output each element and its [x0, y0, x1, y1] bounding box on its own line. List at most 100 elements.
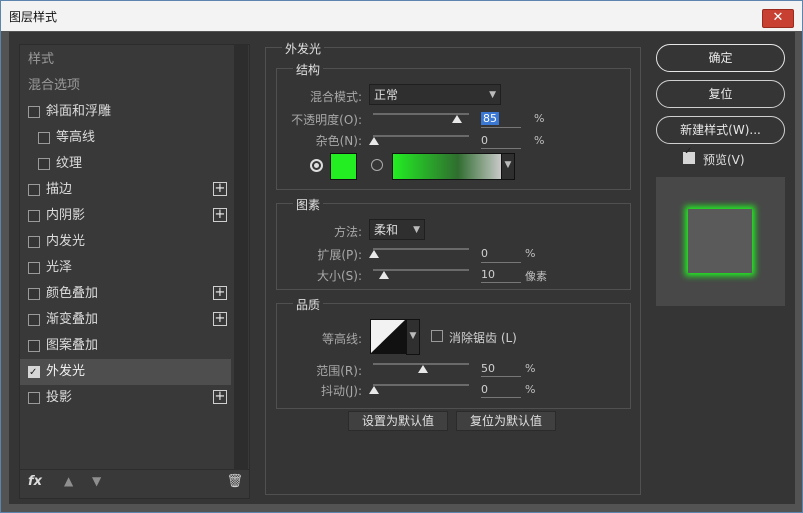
add-gradient-overlay-icon[interactable]: + — [213, 312, 227, 326]
glow-color-swatch[interactable] — [330, 153, 357, 180]
sidebar-item-inner-shadow[interactable]: 内阴影 + — [20, 203, 231, 229]
dialog-body: 样式 混合选项 斜面和浮雕 等高线 纹理 描边 + 内阴影 + 内发光 光泽 颜… — [9, 32, 795, 504]
spread-input-underline — [481, 262, 521, 263]
elements-group: 图素 方法: 柔和 ▼ 扩展(P): 0 % 大小(S): 10 像素 — [276, 196, 631, 290]
sidebar-item-label: 内阴影 — [46, 208, 86, 223]
sidebar-item-texture[interactable]: 纹理 — [20, 151, 231, 177]
spread-slider-thumb[interactable] — [369, 250, 379, 258]
range-input-underline — [481, 376, 521, 377]
spread-unit: % — [525, 247, 536, 260]
jitter-unit: % — [525, 383, 536, 396]
range-label: 范围(R): — [316, 364, 362, 378]
structure-group: 结构 混合模式: 正常 ▼ 不透明度(O): 85 % 杂色(N): 0 % ▼ — [276, 61, 631, 190]
sidebar-item-gradient-overlay[interactable]: 渐变叠加 + — [20, 307, 231, 333]
jitter-input[interactable]: 0 — [481, 383, 488, 396]
spread-slider[interactable] — [373, 248, 469, 250]
reset-button[interactable]: 复位 — [656, 80, 785, 108]
gradient-radio[interactable] — [371, 159, 383, 171]
new-style-button[interactable]: 新建样式(W)... — [656, 116, 785, 144]
sidebar-item-label: 描边 — [46, 182, 73, 197]
style-list: 样式 混合选项 斜面和浮雕 等高线 纹理 描边 + 内阴影 + 内发光 光泽 颜… — [19, 44, 250, 499]
spread-label: 扩展(P): — [317, 248, 362, 262]
antialias-checkbox[interactable] — [431, 330, 443, 342]
outer-glow-panel: 外发光 结构 混合模式: 正常▼ 不透明度(O): 85 % 杂色(N): 0 — [265, 40, 641, 495]
size-input-underline — [481, 282, 521, 283]
contour-preview[interactable] — [370, 319, 407, 354]
sidebar-item-label: 纹理 — [56, 156, 83, 171]
contour-label: 等高线: — [321, 332, 362, 346]
sidebar-item-pattern-overlay[interactable]: 图案叠加 — [20, 333, 231, 359]
size-input[interactable]: 10 — [481, 268, 495, 281]
sidebar-item-outer-glow[interactable]: 外发光 — [20, 359, 231, 386]
pattern-overlay-checkbox[interactable] — [28, 340, 40, 352]
add-color-overlay-icon[interactable]: + — [213, 286, 227, 300]
drop-shadow-checkbox[interactable] — [28, 392, 40, 404]
sidebar-item-satin[interactable]: 光泽 — [20, 255, 231, 281]
noise-input[interactable]: 0 — [481, 134, 488, 147]
sidebar-item-label: 渐变叠加 — [46, 312, 99, 327]
bevel-emboss-checkbox[interactable] — [28, 106, 40, 118]
sidebar-item-styles[interactable]: 样式 — [20, 47, 231, 73]
solid-color-radio[interactable] — [310, 159, 323, 172]
satin-checkbox[interactable] — [28, 262, 40, 274]
chevron-down-icon[interactable]: ▼ — [406, 319, 420, 355]
layer-style-dialog: 图层样式 ✕ 样式 混合选项 斜面和浮雕 等高线 纹理 描边 + 内阴影 + 内… — [0, 0, 803, 513]
scrollbar[interactable] — [234, 45, 248, 470]
color-overlay-checkbox[interactable] — [28, 288, 40, 300]
sidebar-item-label: 投影 — [46, 390, 73, 405]
close-button[interactable]: ✕ — [762, 9, 794, 28]
noise-slider-thumb[interactable] — [369, 137, 379, 145]
reset-default-button[interactable]: 复位为默认值 — [456, 411, 556, 431]
jitter-slider[interactable] — [373, 384, 469, 386]
ok-button[interactable]: 确定 — [656, 44, 785, 72]
noise-unit: % — [534, 134, 545, 147]
size-label: 大小(S): — [316, 269, 362, 283]
range-unit: % — [525, 362, 536, 375]
add-drop-shadow-icon[interactable]: + — [213, 390, 227, 404]
jitter-input-underline — [481, 397, 521, 398]
range-slider-thumb[interactable] — [418, 365, 428, 373]
texture-checkbox[interactable] — [38, 158, 50, 170]
size-unit: 像素 — [525, 270, 547, 283]
glow-gradient-picker[interactable] — [392, 153, 502, 180]
preview-box — [656, 177, 785, 306]
inner-shadow-checkbox[interactable] — [28, 210, 40, 222]
add-inner-shadow-icon[interactable]: + — [213, 208, 227, 222]
make-default-button[interactable]: 设置为默认值 — [348, 411, 448, 431]
structure-title: 结构 — [293, 61, 324, 78]
jitter-slider-thumb[interactable] — [369, 386, 379, 394]
trash-icon[interactable]: 🗑 — [226, 474, 243, 489]
range-input[interactable]: 50 — [481, 362, 495, 375]
outer-glow-checkbox[interactable] — [28, 360, 40, 386]
sidebar-item-contour[interactable]: 等高线 — [20, 125, 231, 151]
spread-input[interactable]: 0 — [481, 247, 488, 260]
sidebar-item-color-overlay[interactable]: 颜色叠加 + — [20, 281, 231, 307]
opacity-label: 不透明度(O): — [291, 113, 362, 127]
sidebar-item-label: 图案叠加 — [46, 338, 99, 353]
add-stroke-icon[interactable]: + — [213, 182, 227, 196]
sidebar-item-bevel-emboss[interactable]: 斜面和浮雕 — [20, 99, 231, 125]
fx-icon[interactable]: fx — [28, 474, 42, 489]
sidebar-item-label: 光泽 — [46, 260, 73, 275]
blend-mode-select[interactable]: 正常 ▼ — [369, 84, 501, 105]
preview-glow-square — [688, 209, 752, 273]
gradient-overlay-checkbox[interactable] — [28, 314, 40, 326]
method-label: 方法: — [333, 225, 362, 239]
inner-glow-checkbox[interactable] — [28, 236, 40, 248]
preview-checkbox[interactable] — [683, 146, 695, 164]
sidebar-item-blending-options[interactable]: 混合选项 — [20, 73, 231, 99]
stroke-checkbox[interactable] — [28, 184, 40, 196]
opacity-input[interactable]: 85 — [481, 112, 499, 125]
contour-checkbox[interactable] — [38, 132, 50, 144]
chevron-down-icon[interactable]: ▼ — [501, 153, 515, 180]
size-slider-thumb[interactable] — [379, 271, 389, 279]
sidebar-item-label: 斜面和浮雕 — [46, 104, 112, 119]
sidebar-item-stroke[interactable]: 描边 + — [20, 177, 231, 203]
method-select[interactable]: 柔和 ▼ — [369, 219, 425, 240]
sidebar-item-drop-shadow[interactable]: 投影 + — [20, 385, 231, 411]
opacity-slider-thumb[interactable] — [452, 115, 462, 123]
move-up-icon[interactable]: ▲ — [64, 474, 73, 488]
move-down-icon[interactable]: ▼ — [92, 474, 101, 488]
sidebar-item-inner-glow[interactable]: 内发光 — [20, 229, 231, 255]
noise-slider[interactable] — [373, 135, 469, 137]
